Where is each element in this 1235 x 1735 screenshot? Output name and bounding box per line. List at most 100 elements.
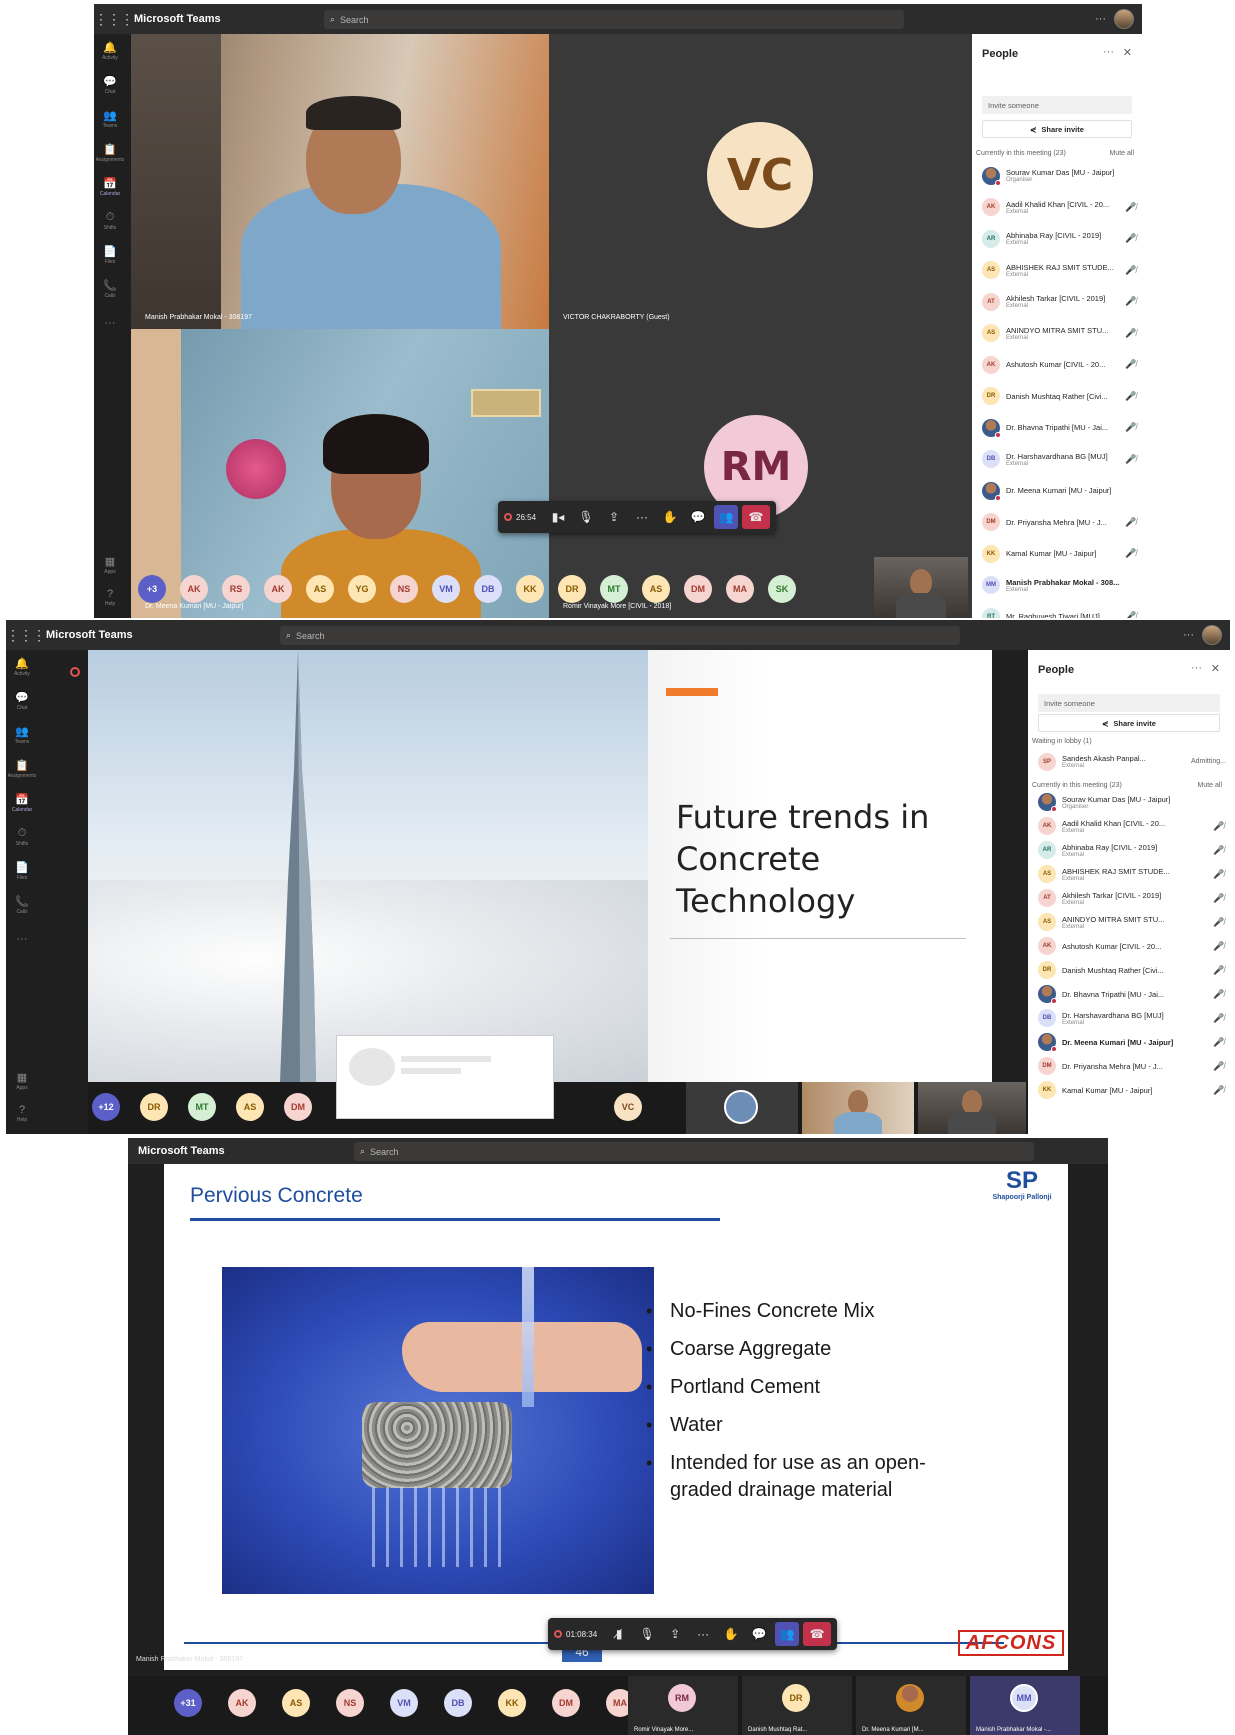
participant-avatar[interactable]: KK <box>498 1689 526 1717</box>
rail-item[interactable]: ⏱ Shifts <box>94 204 126 238</box>
participant-video-thumb[interactable]: Dr. Meena Kumari [M... <box>856 1676 966 1735</box>
rail-item[interactable]: ? Help <box>94 580 126 614</box>
mic-muted-icon[interactable]: 🎤̸ <box>1208 1037 1230 1048</box>
rail-item[interactable]: 💬 Chat <box>6 684 38 718</box>
share-button[interactable]: ⇪ <box>602 505 626 529</box>
participants-button[interactable]: 👥 <box>775 1622 800 1646</box>
chat-button[interactable]: 💬 <box>747 1622 771 1646</box>
section-header[interactable]: Currently in this meeting (23) Mute all <box>1032 782 1222 789</box>
close-icon[interactable]: ✕ <box>1211 662 1220 675</box>
participant-avatar[interactable]: DB <box>474 575 502 603</box>
mic-muted-icon[interactable]: 🎤̸ <box>1120 517 1142 528</box>
rail-item[interactable]: ? Help <box>6 1096 38 1130</box>
list-item[interactable]: AT Akhilesh Tarkar [CIVIL - 2019] External… <box>972 286 1142 318</box>
camera-off-button[interactable]: ▮̸ <box>607 1622 631 1646</box>
mic-muted-icon[interactable]: 🎤̸ <box>1208 917 1230 928</box>
hang-up-button[interactable]: ☎ <box>803 1622 832 1646</box>
participant-avatar[interactable]: DR <box>140 1093 168 1121</box>
more-options-icon[interactable]: ··· <box>1183 629 1194 641</box>
participant-avatar[interactable]: VM <box>390 1689 418 1717</box>
list-item[interactable]: Dr. Bhavna Tripathi [MU - Jai... 🎤̸ <box>972 412 1142 444</box>
invite-input[interactable]: Invite someone <box>1038 694 1220 712</box>
list-item[interactable]: AK Ashutosh Kumar [CIVIL - 20... 🎤̸ <box>972 349 1142 381</box>
mic-muted-icon[interactable]: 🎤̸ <box>1120 233 1142 244</box>
participant-avatar[interactable]: AK <box>228 1689 256 1717</box>
share-invite-button[interactable]: ⋞ Share invite <box>1038 714 1220 732</box>
list-item[interactable]: KK Kamal Kumar [MU - Jaipur] 🎤̸ <box>972 538 1142 570</box>
rail-item[interactable]: 📞 Calls <box>6 888 38 922</box>
avatar[interactable] <box>1202 625 1222 645</box>
invite-input[interactable]: Invite someone <box>982 96 1132 114</box>
participant-video-thumb[interactable]: RM Romir Vinayak More... <box>628 1676 738 1735</box>
participant-video-thumb[interactable]: MM Manish Prabhakar Mokal -... <box>970 1676 1080 1735</box>
participant-video-thumb[interactable] <box>802 1082 914 1134</box>
rail-item[interactable]: 📄 Files <box>6 854 38 888</box>
rail-item[interactable]: ··· <box>94 306 126 340</box>
more-participants-button[interactable]: +12 <box>92 1093 120 1121</box>
rail-item[interactable]: 👥 Teams <box>6 718 38 752</box>
app-launcher-icon[interactable]: ⋮⋮⋮ <box>94 11 134 28</box>
video-tile[interactable]: Manish Prabhakar Mokal - 308197 <box>131 34 549 329</box>
list-item[interactable]: AK Aadil Khalid Khan [CIVIL - 20... Extern… <box>972 192 1142 224</box>
more-participants-button[interactable]: +31 <box>174 1689 202 1717</box>
rail-item[interactable]: ▦ Apps <box>94 548 126 582</box>
list-item[interactable]: KK Kamal Kumar [MU - Jaipur] 🎤̸ <box>1028 1078 1230 1102</box>
participant-avatar[interactable]: YG <box>348 575 376 603</box>
list-item[interactable]: RT Mr. Raghuvesh Tiwari [MUJ] 🎤̸ <box>972 601 1142 618</box>
mic-muted-icon[interactable]: 🎤̸ <box>1208 821 1230 832</box>
mic-muted-icon[interactable]: 🎤̸ <box>1120 296 1142 307</box>
rail-item[interactable]: 🔔 Activity <box>94 34 126 68</box>
more-participants-button[interactable]: +3 <box>138 575 166 603</box>
list-item[interactable]: DB Dr. Harshavardhana BG [MUJ] External 🎤̸ <box>1028 1006 1230 1030</box>
participant-avatar[interactable]: AS <box>236 1093 264 1121</box>
panel-more-icon[interactable]: ··· <box>1103 46 1114 58</box>
mic-muted-icon[interactable]: 🎤̸ <box>1120 454 1142 465</box>
list-item[interactable]: AK Ashutosh Kumar [CIVIL - 20... 🎤̸ <box>1028 934 1230 958</box>
mic-muted-icon[interactable]: 🎤̸ <box>1120 265 1142 276</box>
participants-button[interactable]: 👥 <box>714 505 739 529</box>
rail-item[interactable]: 📞 Calls <box>94 272 126 306</box>
rail-item[interactable]: 📋 Assignments <box>94 136 126 170</box>
participant-video-thumb[interactable]: DR Danish Mushtaq Rat... <box>742 1676 852 1735</box>
participant-video-thumb[interactable] <box>686 1082 798 1134</box>
participant-avatar[interactable]: NS <box>336 1689 364 1717</box>
participant-avatar[interactable]: AK <box>180 575 208 603</box>
mic-muted-icon[interactable]: 🎤̸ <box>1120 611 1142 618</box>
participant-avatar[interactable]: DM <box>684 575 712 603</box>
participant-avatar[interactable]: VM <box>432 575 460 603</box>
mic-muted-icon[interactable]: 🎤̸ <box>1208 893 1230 904</box>
participant-avatar[interactable]: MT <box>600 575 628 603</box>
participant-avatar[interactable]: NS <box>390 575 418 603</box>
rail-item[interactable]: ··· <box>6 922 38 956</box>
participant-avatar[interactable]: DR <box>558 575 586 603</box>
mic-muted-icon[interactable]: 🎤̸ <box>1208 1085 1230 1096</box>
participant-avatar[interactable]: AS <box>282 1689 310 1717</box>
search-input[interactable]: ⌕ Search <box>324 10 904 29</box>
mic-muted-icon[interactable]: 🎤̸ <box>1120 328 1142 339</box>
raise-hand-button[interactable]: ✋ <box>719 1622 743 1646</box>
list-item[interactable]: AR Abhinaba Ray [CIVIL - 2019] External 🎤̸ <box>972 223 1142 255</box>
mic-muted-icon[interactable]: 🎤̸ <box>1208 1061 1230 1072</box>
rail-item[interactable]: 📅 Calendar <box>6 786 38 820</box>
list-item[interactable]: SP Sandesh Akash Panpal... External Admit… <box>1028 746 1230 778</box>
list-item[interactable]: Dr. Meena Kumari [MU - Jaipur] <box>972 475 1142 507</box>
more-actions-button[interactable]: ··· <box>691 1622 715 1646</box>
list-item[interactable]: AT Akhilesh Tarkar [CIVIL - 2019] External… <box>1028 886 1230 910</box>
list-item[interactable]: AS ANINDYO MITRA SMIT STU... External 🎤̸ <box>972 318 1142 350</box>
participant-avatar[interactable]: AS <box>642 575 670 603</box>
participant-avatar[interactable]: AK <box>264 575 292 603</box>
list-item[interactable]: AK Aadil Khalid Khan [CIVIL - 20... Extern… <box>1028 814 1230 838</box>
more-actions-button[interactable]: ··· <box>630 505 654 529</box>
mic-muted-icon[interactable]: 🎤̸ <box>1208 845 1230 856</box>
list-item[interactable]: DB Dr. Harshavardhana BG [MUJ] External 🎤̸ <box>972 444 1142 476</box>
mic-muted-icon[interactable]: 🎤̸ <box>1120 548 1142 559</box>
close-icon[interactable]: ✕ <box>1123 46 1132 59</box>
mic-muted-icon[interactable]: 🎤̸ <box>1120 359 1142 370</box>
list-item[interactable]: AS ABHISHEK RAJ SMIT STUDE... External 🎤̸ <box>1028 862 1230 886</box>
video-tile[interactable]: VC VICTOR CHAKRABORTY (Guest) <box>549 34 972 329</box>
participant-avatar[interactable]: RS <box>222 575 250 603</box>
participant-avatar[interactable]: MA <box>726 575 754 603</box>
hang-up-button[interactable]: ☎ <box>742 505 771 529</box>
participant-video-thumb[interactable] <box>918 1082 1026 1134</box>
raise-hand-button[interactable]: ✋ <box>658 505 682 529</box>
